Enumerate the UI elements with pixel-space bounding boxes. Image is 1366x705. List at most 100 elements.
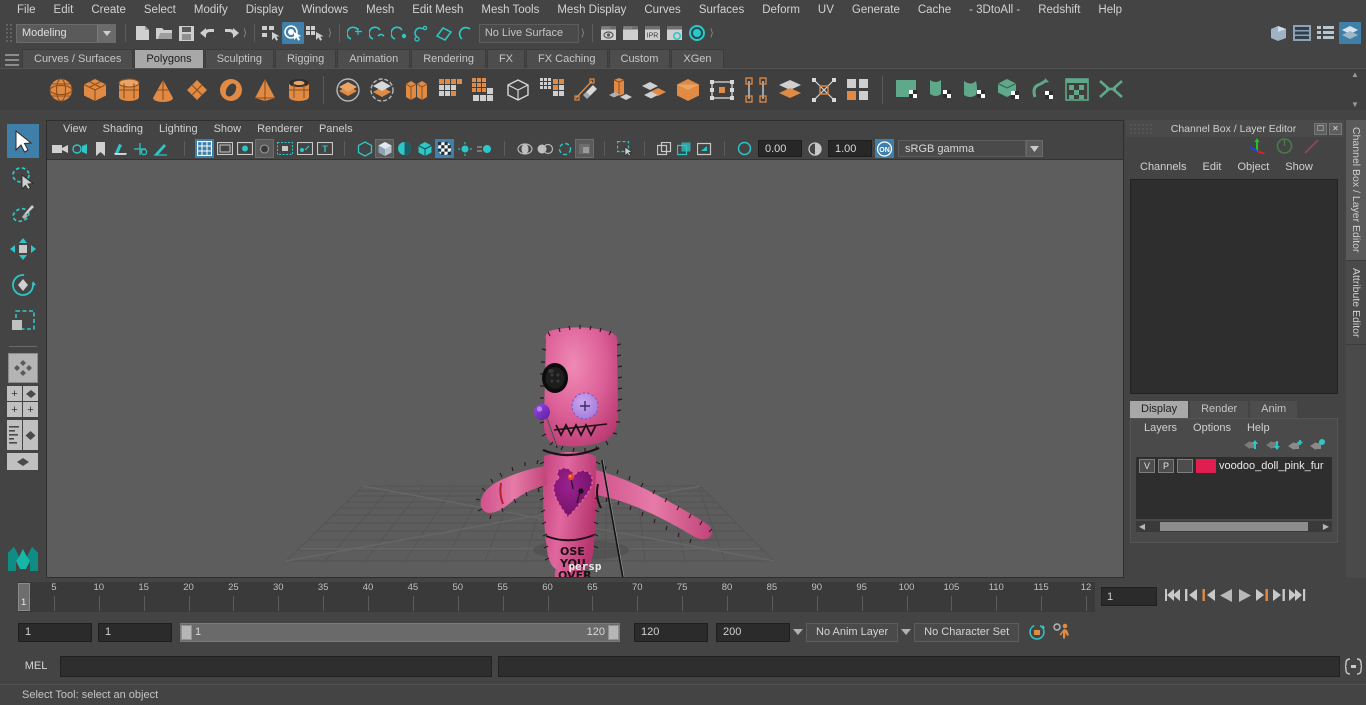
shelf-tab-fx-caching[interactable]: FX Caching: [526, 49, 608, 68]
go-to-start-icon[interactable]: [1165, 588, 1182, 605]
layout-persp-icon[interactable]: [23, 386, 38, 401]
script-editor-icon[interactable]: [1344, 657, 1362, 675]
toolbar-collapse-chevron-icon-3[interactable]: ⟩: [581, 28, 585, 39]
scroll-left-icon[interactable]: ◀: [1136, 522, 1148, 531]
poly-combine-icon[interactable]: [399, 73, 433, 107]
menu-edit-mesh[interactable]: Edit Mesh: [403, 0, 472, 20]
poly-fill-hole-icon[interactable]: [841, 73, 875, 107]
layout-outliner-persp-icon[interactable]: [7, 420, 22, 450]
poly-extrude-icon[interactable]: [603, 73, 637, 107]
menu-mesh-display[interactable]: Mesh Display: [548, 0, 635, 20]
uv-cube-icon[interactable]: [992, 73, 1026, 107]
scroll-right-icon[interactable]: ▶: [1320, 522, 1332, 531]
axis-manipulator-icon[interactable]: [1249, 137, 1266, 157]
menu-cache[interactable]: Cache: [909, 0, 960, 20]
layer-tab-render[interactable]: Render: [1190, 401, 1249, 418]
toolbar-grip-handle[interactable]: [4, 22, 13, 44]
channel-box-menu-edit[interactable]: Edit: [1194, 161, 1229, 173]
uv-automatic-icon[interactable]: [1026, 73, 1060, 107]
shelf-tab-animation[interactable]: Animation: [337, 49, 411, 68]
poly-bridge-icon[interactable]: [671, 73, 705, 107]
image-plane-icon[interactable]: [111, 139, 130, 158]
render-settings-icon[interactable]: [664, 22, 686, 44]
viewport-menu-lighting[interactable]: Lighting: [151, 121, 206, 138]
viewport-menu-shading[interactable]: Shading: [95, 121, 151, 138]
save-scene-icon[interactable]: [175, 22, 197, 44]
layout-single-persp-icon[interactable]: +: [7, 386, 22, 401]
create-new-layer-icon[interactable]: [1288, 439, 1303, 454]
anim-layer-field[interactable]: No Anim Layer: [806, 622, 899, 642]
hud-text-icon[interactable]: T: [315, 139, 334, 158]
layer-color-swatch[interactable]: [1196, 458, 1216, 473]
viewport-menu-renderer[interactable]: Renderer: [249, 121, 311, 138]
poly-sphere-icon[interactable]: [44, 73, 78, 107]
vertical-tab-channel-box[interactable]: Channel Box / Layer Editor: [1346, 120, 1366, 261]
shelf-scroll-arrows[interactable]: ▲ ▼: [1348, 71, 1362, 109]
shelf-tab-sculpting[interactable]: Sculpting: [204, 49, 274, 68]
poly-smooth-icon[interactable]: [467, 73, 501, 107]
menu-modify[interactable]: Modify: [185, 0, 237, 20]
poly-cylinder-icon[interactable]: [112, 73, 146, 107]
depth-of-field-icon[interactable]: [535, 139, 554, 158]
grease-pencil-icon[interactable]: [151, 139, 170, 158]
viewport-menu-show[interactable]: Show: [206, 121, 250, 138]
shelf-menu-icon[interactable]: [5, 54, 19, 66]
chevron-down-icon[interactable]: [97, 24, 115, 42]
poly-torus-icon[interactable]: [214, 73, 248, 107]
rotate-manipulator-icon[interactable]: [1276, 137, 1293, 157]
poly-cone-icon[interactable]: [146, 73, 180, 107]
menu-uv[interactable]: UV: [809, 0, 843, 20]
live-surface-field[interactable]: No Live Surface: [478, 23, 579, 43]
layer-type-toggle[interactable]: [1177, 458, 1193, 473]
select-by-hierarchy-icon[interactable]: [260, 22, 282, 44]
poly-booleans-difference-icon[interactable]: [365, 73, 399, 107]
uv-cylinder-icon[interactable]: [924, 73, 958, 107]
channel-box-menu-show[interactable]: Show: [1277, 161, 1321, 173]
shelf-scroll-up-icon[interactable]: ▲: [1351, 71, 1359, 79]
time-slider[interactable]: 5 10 15 20 25 30 35 40 45 50 55 60 65 70 75 80 85 90 95 100…: [18, 581, 1095, 612]
poly-plane-icon[interactable]: [180, 73, 214, 107]
poly-booleans-union-icon[interactable]: [331, 73, 365, 107]
grid-toggle-icon[interactable]: [195, 139, 214, 158]
poly-reduce-icon[interactable]: [535, 73, 569, 107]
quick-layout-persp-only[interactable]: [7, 453, 38, 470]
color-profile-field[interactable]: sRGB gamma: [898, 140, 1026, 157]
shelf-tab-custom[interactable]: Custom: [608, 49, 671, 68]
menuset-selector[interactable]: Modeling: [16, 23, 116, 43]
scale-manipulator-icon[interactable]: [1303, 138, 1320, 157]
show-hide-channel-box-icon[interactable]: [1339, 22, 1361, 44]
layer-list-horizontal-scrollbar[interactable]: ◀ ▶: [1136, 521, 1332, 532]
vertical-tab-attribute-editor[interactable]: Attribute Editor: [1346, 260, 1366, 345]
layer-menu-layers[interactable]: Layers: [1136, 422, 1185, 434]
layer-menu-options[interactable]: Options: [1185, 422, 1239, 434]
rotate-tool-button[interactable]: [7, 268, 39, 302]
layout-four-panes-icon[interactable]: +: [23, 402, 38, 417]
color-management-icon[interactable]: ON: [875, 139, 894, 158]
shadows-icon[interactable]: [435, 139, 454, 158]
anim-layer-chevron-down-icon[interactable]: [790, 623, 806, 642]
viewport-menu-view[interactable]: View: [55, 121, 95, 138]
menu-mesh[interactable]: Mesh: [357, 0, 403, 20]
select-tool-button[interactable]: [6, 124, 39, 158]
menu-mesh-tools[interactable]: Mesh Tools: [472, 0, 548, 20]
shelf-tab-curves-surfaces[interactable]: Curves / Surfaces: [22, 49, 134, 68]
ipr-render-icon[interactable]: IPR: [642, 22, 664, 44]
color-profile-chevron-down-icon[interactable]: [1026, 140, 1043, 157]
undo-icon[interactable]: [197, 22, 219, 44]
shelf-tab-rigging[interactable]: Rigging: [274, 49, 337, 68]
menu-surfaces[interactable]: Surfaces: [690, 0, 753, 20]
redo-icon[interactable]: [219, 22, 241, 44]
xray-joints-icon[interactable]: [295, 139, 314, 158]
film-origin-icon[interactable]: [275, 139, 294, 158]
animation-end-field[interactable]: 200: [716, 622, 790, 642]
exposure-icon[interactable]: [735, 139, 754, 158]
snap-to-curve-icon[interactable]: [367, 22, 389, 44]
multisample-aa-icon[interactable]: [515, 139, 534, 158]
restore-icon[interactable]: ☐: [1314, 122, 1327, 135]
poly-pyramid-icon[interactable]: [248, 73, 282, 107]
gate-mask-icon[interactable]: [255, 139, 274, 158]
viewport-3d-canvas[interactable]: OSE YOU OVER persp: [47, 160, 1123, 577]
poly-wedge-icon[interactable]: [739, 73, 773, 107]
select-by-component-icon[interactable]: [304, 22, 326, 44]
menu-windows[interactable]: Windows: [292, 0, 357, 20]
